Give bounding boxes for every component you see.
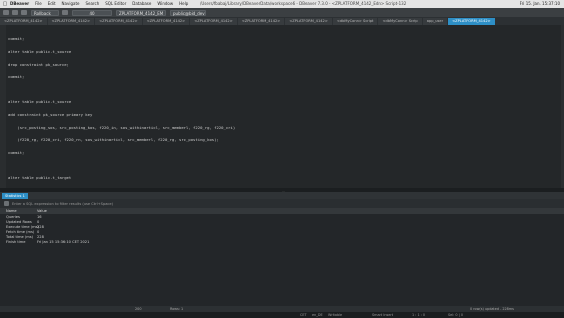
grid-header: Name Value [0,208,564,214]
editor-tab[interactable]: <ZPLATFORM_4142> [237,18,285,25]
editor-tab[interactable]: <dbMyConn> Script [332,18,378,25]
editor-tabbar: <ZPLATFORM_4142> <ZPLATFORM_4142> <ZPLAT… [0,17,564,25]
menubar-clock: Fri 15. Jan. 15:37:10 [519,1,560,6]
editor-tab[interactable]: app_user [422,18,448,25]
code-line: commit; [8,74,25,80]
code-line: drop constraint pk_source; [8,61,69,67]
status-cursor-position: 1 : 1 : 0 [412,313,426,317]
apple-icon[interactable]:  [0,0,10,8]
code-line: alter table public.t_source [8,99,72,105]
result-limit-field[interactable]: 40 [72,9,112,16]
editor-tab[interactable]: <ZPLATFORM_4142> [285,18,332,25]
commit-icon[interactable] [21,10,27,15]
commit-mode-select[interactable]: Rollback [31,9,59,16]
status-bar: CET en_DE Writable Smart Insert 1 : 1 : … [0,312,564,318]
status-timezone: CET [300,313,307,317]
code-line: alter table public.t_source [8,49,72,55]
menu-database[interactable]: Database [132,0,151,8]
filter-input[interactable]: Enter a SQL expression to filter results… [12,202,113,206]
code-line: add constraint pk_source primary key [8,112,93,118]
editor-tab[interactable]: <ZPLATFORM_4142> [47,18,95,25]
status-locale: en_DE [312,313,323,317]
column-header-value[interactable]: Value [37,208,47,214]
code-line: (f220_rg, f220_cri, f220_rn, sos_withina… [8,137,219,143]
status-insert-mode: Smart Insert [372,313,394,317]
menubar:  DBeaver File Edit Navigate Search SQL … [0,0,564,8]
code-line: commit; [8,149,25,155]
sql-editor-icon[interactable] [12,10,18,15]
schema-selector[interactable]: public@bid_dev [170,9,206,16]
code-line: (src_posting_sos, src_posting_kos, f220_… [8,124,236,130]
menu-sql-editor[interactable]: SQL Editor [105,0,126,8]
line-gutter [0,25,6,188]
editor-tab[interactable]: <ZPLATFORM_4142> [0,18,47,25]
table-row[interactable]: Finish time Fri Jan 15 15:36:10 CET 2021 [0,240,564,245]
main-toolbar: Rollback 40 ZPLATFORM_4142_EM public@bid… [0,8,564,17]
cell-value: Fri Jan 15 15:36:10 CET 2021 [37,240,90,244]
transaction-log-icon[interactable] [62,10,68,15]
new-connection-icon[interactable] [3,10,9,15]
sql-editor[interactable]: commit; alter table public.t_source drop… [0,25,564,281]
menu-window[interactable]: Window [157,0,173,8]
results-tabbar: Statistics 1 [0,192,564,199]
menu-edit[interactable]: Edit [48,0,56,8]
editor-tab-active[interactable]: <ZPLATFORM_4142> [448,18,495,25]
menu-file[interactable]: File [35,0,42,8]
menu-app[interactable]: DBeaver [10,0,29,8]
column-header-name[interactable]: Name [6,208,17,214]
menu-search[interactable]: Search [85,0,99,8]
editor-tab[interactable]: <dbMyConn> Scrip [378,18,422,25]
datasource-selector[interactable]: ZPLATFORM_4142_EM [116,9,166,16]
window-title: /Users/fbabaj/Library/DBeaverData/worksp… [200,1,407,6]
editor-tab[interactable]: <ZPLATFORM_4142> [95,18,142,25]
code-line: alter table public.t_target [8,175,72,181]
status-selection: Sel: 0 | 0 [448,313,464,317]
editor-tab[interactable]: <ZPLATFORM_4142> [142,18,190,25]
menu-help[interactable]: Help [179,0,188,8]
cell-name: Finish time [6,240,26,244]
tab-statistics[interactable]: Statistics 1 [2,192,28,199]
status-mode: Writable [328,313,343,317]
statistics-grid: Name Value Queries 16 Updated Rows 0 Exe… [0,208,564,306]
code-line: commit; [8,36,25,42]
menu-navigate[interactable]: Navigate [62,0,80,8]
results-filter-bar: Enter a SQL expression to filter results… [0,199,564,208]
filter-icon[interactable] [4,201,9,206]
editor-tab[interactable]: <ZPLATFORM_4142> [190,18,237,25]
